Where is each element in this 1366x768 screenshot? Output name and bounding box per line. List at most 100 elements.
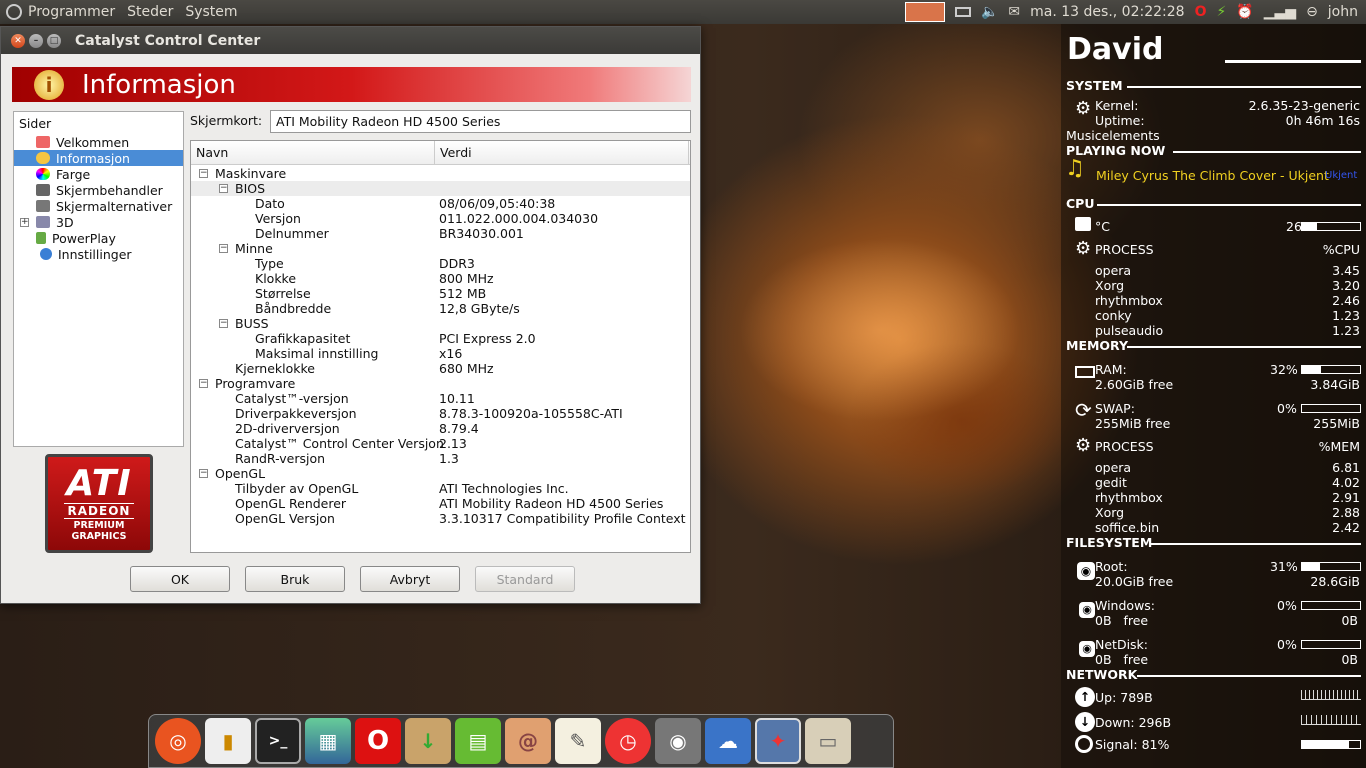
username[interactable]: john bbox=[1328, 4, 1358, 20]
sidebar-item-powerplay[interactable]: PowerPlay bbox=[14, 230, 183, 246]
table-row[interactable]: − Programvare bbox=[191, 376, 690, 391]
table-row[interactable]: − Minne bbox=[191, 241, 690, 256]
folder-icon[interactable]: ▭ bbox=[805, 718, 851, 764]
table-row[interactable]: − BUSS bbox=[191, 316, 690, 331]
gear-icon: ⚙ bbox=[1075, 435, 1092, 456]
sidebar-item-3d[interactable]: +3D bbox=[14, 214, 183, 230]
sidebar-item-skjermbehandler[interactable]: Skjermbehandler bbox=[14, 182, 183, 198]
minimize-icon[interactable]: – bbox=[29, 33, 43, 48]
info-tree[interactable]: Navn Verdi − Maskinvare − BIOS Dato 08/06/09,… bbox=[190, 140, 691, 553]
ubuntu-logo-icon[interactable] bbox=[6, 4, 22, 20]
table-row[interactable]: Dato 08/06/09,05:40:38 bbox=[191, 196, 690, 211]
notes-icon[interactable]: ▤ bbox=[455, 718, 501, 764]
default-button[interactable]: Standard bbox=[475, 566, 575, 592]
bookmark-icon[interactable]: ▮ bbox=[205, 718, 251, 764]
swap-percent: 0% bbox=[1277, 401, 1297, 416]
sidebar-item-skjermalternativer[interactable]: Skjermalternativer bbox=[14, 198, 183, 214]
sidebar-item-farge[interactable]: Farge bbox=[14, 166, 183, 182]
workspace-switcher-icon[interactable] bbox=[904, 2, 945, 22]
signal-icon[interactable]: ▁▃▅ bbox=[1264, 4, 1296, 20]
download-rate: Down: 296B bbox=[1095, 715, 1172, 730]
shell-icon[interactable]: @ bbox=[505, 718, 551, 764]
table-row[interactable]: Størrelse 512 MB bbox=[191, 286, 690, 301]
battery-icon[interactable] bbox=[954, 7, 971, 17]
table-row[interactable]: OpenGL Versjon 3.3.10317 Compatibility Pr… bbox=[191, 511, 690, 526]
ram-free: 2.60GiB free bbox=[1095, 377, 1174, 392]
collapse-icon[interactable]: − bbox=[219, 319, 228, 328]
opera-tray-icon[interactable]: O bbox=[1195, 4, 1207, 20]
dock: ◎ ▮ >_ ▦ O ↓ ▤ @ ✎ ◷ ◉ ☁ ✦ ▭ bbox=[148, 714, 894, 768]
table-row[interactable]: Klokke 800 MHz bbox=[191, 271, 690, 286]
signal-strength: Signal: 81% bbox=[1095, 737, 1170, 752]
cancel-button[interactable]: Avbryt bbox=[360, 566, 460, 592]
table-row[interactable]: − OpenGL bbox=[191, 466, 690, 481]
ubuntu-icon[interactable]: ◎ bbox=[155, 718, 201, 764]
mail-icon[interactable]: ✉ bbox=[1008, 4, 1020, 20]
top-menu: Programmer Steder System bbox=[22, 0, 244, 24]
ati-radeon-logo: ATI RADEON PREMIUM GRAPHICS bbox=[45, 454, 153, 553]
image-viewer-icon[interactable]: ▦ bbox=[305, 718, 351, 764]
process-name: opera bbox=[1095, 460, 1132, 475]
table-row[interactable]: Båndbredde 12,8 GByte/s bbox=[191, 301, 690, 316]
music-note-icon: ♫ bbox=[1065, 156, 1085, 181]
table-row[interactable]: Kjerneklokke 680 MHz bbox=[191, 361, 690, 376]
terminal-icon[interactable]: >_ bbox=[255, 718, 301, 764]
collapse-icon[interactable]: − bbox=[199, 169, 208, 178]
window-titlebar[interactable]: ✕ – □ Catalyst Control Center bbox=[1, 27, 700, 54]
info-small-icon bbox=[36, 152, 50, 164]
table-row[interactable]: Grafikkapasitet PCI Express 2.0 bbox=[191, 331, 690, 346]
network-icon[interactable]: ✦ bbox=[755, 718, 801, 764]
table-row[interactable]: Driverpakkeversjon 8.78.3-100920a-105558C… bbox=[191, 406, 690, 421]
text-editor-icon[interactable]: ✎ bbox=[555, 718, 601, 764]
table-row[interactable]: − Maskinvare bbox=[191, 166, 690, 181]
volume-icon[interactable]: 🔈 bbox=[981, 4, 998, 20]
menu-programmer[interactable]: Programmer bbox=[22, 4, 121, 20]
sidebar-item-innstillinger[interactable]: Innstillinger bbox=[14, 246, 183, 262]
skjermkort-field[interactable]: ATI Mobility Radeon HD 4500 Series bbox=[270, 110, 691, 133]
expand-icon[interactable]: + bbox=[20, 217, 29, 227]
table-row[interactable]: Delnummer BR34030.001 bbox=[191, 226, 690, 241]
archive-icon[interactable]: ↓ bbox=[405, 718, 451, 764]
collapse-icon[interactable]: − bbox=[199, 469, 208, 478]
table-row[interactable]: Type DDR3 bbox=[191, 256, 690, 271]
table-row[interactable]: 2D-driverversjon 8.79.4 bbox=[191, 421, 690, 436]
power-icon[interactable]: ⚡ bbox=[1216, 4, 1226, 20]
menu-system[interactable]: System bbox=[179, 4, 243, 20]
close-icon[interactable]: ✕ bbox=[11, 33, 25, 48]
table-row[interactable]: Catalyst™-versjon 10.11 bbox=[191, 391, 690, 406]
row-value: BR34030.001 bbox=[439, 226, 524, 241]
table-row[interactable]: RandR-versjon 1.3 bbox=[191, 451, 690, 466]
table-row[interactable]: Maksimal innstilling x16 bbox=[191, 346, 690, 361]
row-name: Båndbredde bbox=[255, 301, 332, 316]
divider bbox=[1127, 86, 1361, 88]
ok-button[interactable]: OK bbox=[130, 566, 230, 592]
speaker-icon[interactable]: ◉ bbox=[655, 718, 701, 764]
alarm-icon[interactable]: ⏰ bbox=[1236, 4, 1253, 20]
alarm-clock-icon[interactable]: ◷ bbox=[605, 718, 651, 764]
sidebar-item-velkommen[interactable]: Velkommen bbox=[14, 134, 183, 150]
table-row[interactable]: Versjon 011.022.000.004.034030 bbox=[191, 211, 690, 226]
windows-total: 0B bbox=[1341, 613, 1358, 628]
collapse-icon[interactable]: − bbox=[219, 184, 228, 193]
row-name: Grafikkapasitet bbox=[255, 331, 351, 346]
table-row[interactable]: Tilbyder av OpenGL ATI Technologies Inc. bbox=[191, 481, 690, 496]
sidebar-item-informasjon[interactable]: Informasjon bbox=[14, 150, 183, 166]
weather-icon[interactable]: ☁ bbox=[705, 718, 751, 764]
menu-steder[interactable]: Steder bbox=[121, 4, 179, 20]
maximize-icon[interactable]: □ bbox=[47, 33, 61, 48]
table-row[interactable]: OpenGL Renderer ATI Mobility Radeon HD 45… bbox=[191, 496, 690, 511]
upload-rate: Up: 789B bbox=[1095, 690, 1153, 705]
upload-icon: ↑ bbox=[1075, 687, 1095, 707]
apply-button[interactable]: Bruk bbox=[245, 566, 345, 592]
root-percent: 31% bbox=[1270, 559, 1298, 574]
clock[interactable]: ma. 13 des., 02:22:28 bbox=[1030, 4, 1184, 20]
column-verdi[interactable]: Verdi bbox=[435, 141, 689, 164]
process-name: soffice.bin bbox=[1095, 520, 1160, 535]
table-row[interactable]: Catalyst™ Control Center Versjon 2.13 bbox=[191, 436, 690, 451]
user-icon[interactable]: ⊖ bbox=[1306, 4, 1318, 20]
column-navn[interactable]: Navn bbox=[191, 141, 435, 164]
collapse-icon[interactable]: − bbox=[219, 244, 228, 253]
opera-icon[interactable]: O bbox=[355, 718, 401, 764]
collapse-icon[interactable]: − bbox=[199, 379, 208, 388]
table-row[interactable]: − BIOS bbox=[191, 181, 690, 196]
